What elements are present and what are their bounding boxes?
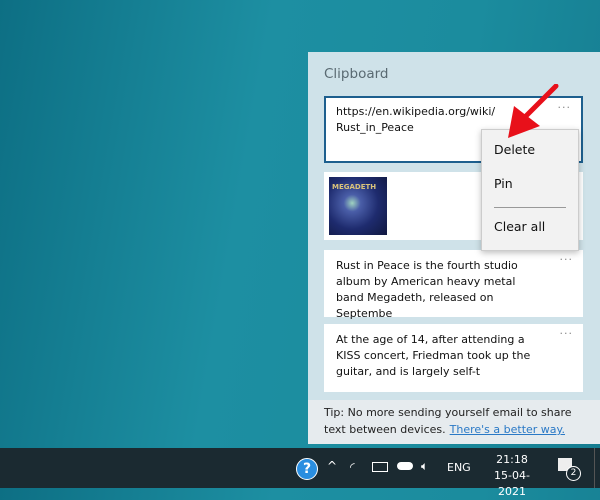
chevron-up-icon[interactable]: ^ — [327, 459, 337, 473]
menu-divider — [494, 207, 566, 208]
onedrive-cloud-icon[interactable] — [397, 462, 413, 470]
clock[interactable]: 21:18 15-04-2021 — [482, 452, 542, 500]
context-menu: Delete Pin Clear all — [481, 129, 579, 251]
album-cover-image: MEGADETH — [329, 177, 387, 235]
more-options-button[interactable]: ··· — [560, 326, 574, 342]
tip-area: Tip: No more sending yourself email to s… — [308, 400, 600, 444]
help-icon[interactable]: ? — [296, 458, 318, 480]
show-desktop-divider[interactable] — [594, 448, 595, 488]
red-arrow-annotation — [508, 84, 559, 138]
more-options-button[interactable]: ··· — [560, 252, 574, 268]
clipboard-item[interactable]: Rust in Peace is the fourth studio album… — [324, 250, 583, 320]
album-logo: MEGADETH — [332, 183, 377, 191]
item-text: At the age of 14, after attending a KISS… — [336, 333, 531, 378]
notification-badge: 2 — [566, 466, 581, 481]
taskbar: ? ^ ◜ 🔈︎ ENG 21:18 15-04-2021 2 — [0, 448, 600, 498]
battery-icon[interactable] — [372, 462, 388, 472]
volume-icon[interactable]: 🔈︎ — [421, 459, 428, 474]
panel-title: Clipboard — [324, 66, 389, 82]
item-text: https://en.wikipedia.org/wiki/ Rust_in_P… — [336, 105, 496, 134]
clipboard-item[interactable]: At the age of 14, after attending a KISS… — [324, 324, 583, 392]
menu-item-clear-all[interactable]: Clear all — [494, 219, 545, 234]
date: 15-04-2021 — [494, 469, 530, 498]
wifi-icon[interactable]: ◜ — [350, 460, 355, 474]
language-indicator[interactable]: ENG — [447, 461, 471, 474]
menu-item-pin[interactable]: Pin — [494, 176, 513, 191]
item-text: Rust in Peace is the fourth studio album… — [336, 259, 518, 320]
tip-link[interactable]: There's a better way. — [450, 423, 565, 436]
menu-item-delete[interactable]: Delete — [494, 142, 535, 157]
time: 21:18 — [496, 453, 528, 466]
